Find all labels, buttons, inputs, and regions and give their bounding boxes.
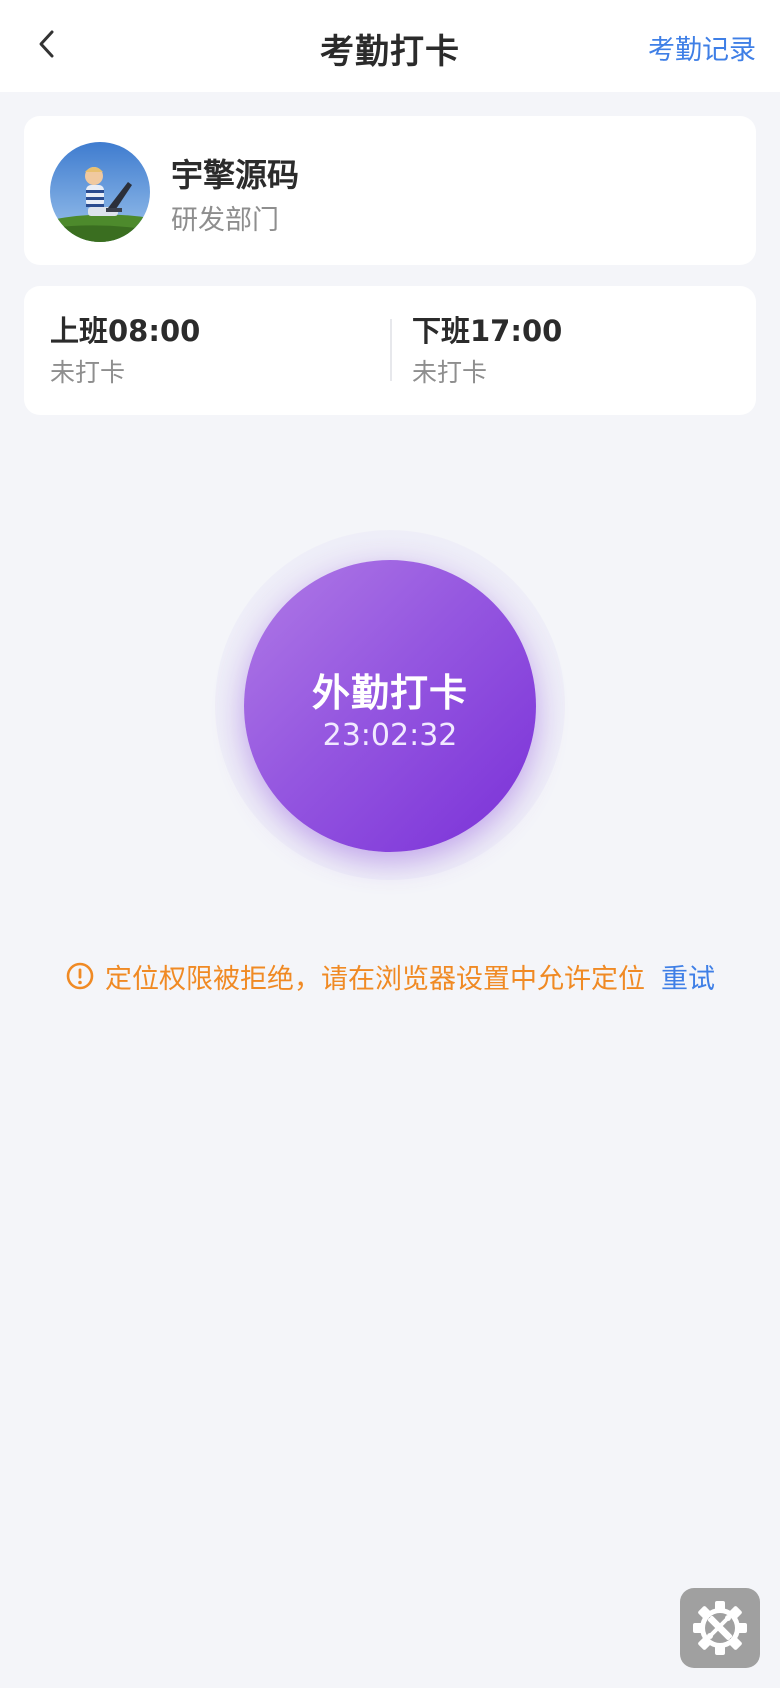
location-warning: 定位权限被拒绝，请在浏览器设置中允许定位 重试	[0, 956, 780, 996]
exclamation-circle-icon	[65, 961, 95, 991]
off-duty-shift: 下班17:00 未打卡	[412, 312, 562, 388]
attendance-records-link[interactable]: 考勤记录	[648, 28, 756, 67]
on-duty-status: 未打卡	[50, 358, 126, 387]
header-bar: 考勤打卡 考勤记录	[0, 0, 780, 92]
punch-time: 23:02:32	[322, 718, 458, 753]
attendance-page: 考勤打卡 考勤记录 宇擎源码 研发部门 上班08:00 未打卡 下班17:00 …	[0, 0, 780, 1688]
avatar	[50, 142, 150, 242]
warning-message: 定位权限被拒绝，请在浏览器设置中允许定位	[105, 963, 645, 995]
user-name: 宇擎源码	[171, 156, 300, 194]
retry-button[interactable]: 重试	[661, 957, 715, 996]
user-department: 研发部门	[171, 205, 279, 236]
gear-wrench-icon	[693, 1601, 747, 1655]
off-duty-status: 未打卡	[412, 358, 488, 387]
off-duty-label: 下班17:00	[412, 314, 563, 348]
punch-button[interactable]: 外勤打卡 23:02:32	[244, 560, 536, 852]
avatar-image	[50, 142, 150, 242]
profile-card: 宇擎源码 研发部门	[24, 116, 756, 265]
on-duty-label: 上班08:00	[50, 314, 201, 348]
shift-card: 上班08:00 未打卡 下班17:00 未打卡	[24, 286, 756, 415]
shift-divider	[390, 319, 392, 381]
on-duty-shift: 上班08:00 未打卡	[50, 312, 200, 388]
punch-button-label: 外勤打卡	[311, 671, 468, 715]
tools-floating-button[interactable]	[680, 1588, 760, 1668]
